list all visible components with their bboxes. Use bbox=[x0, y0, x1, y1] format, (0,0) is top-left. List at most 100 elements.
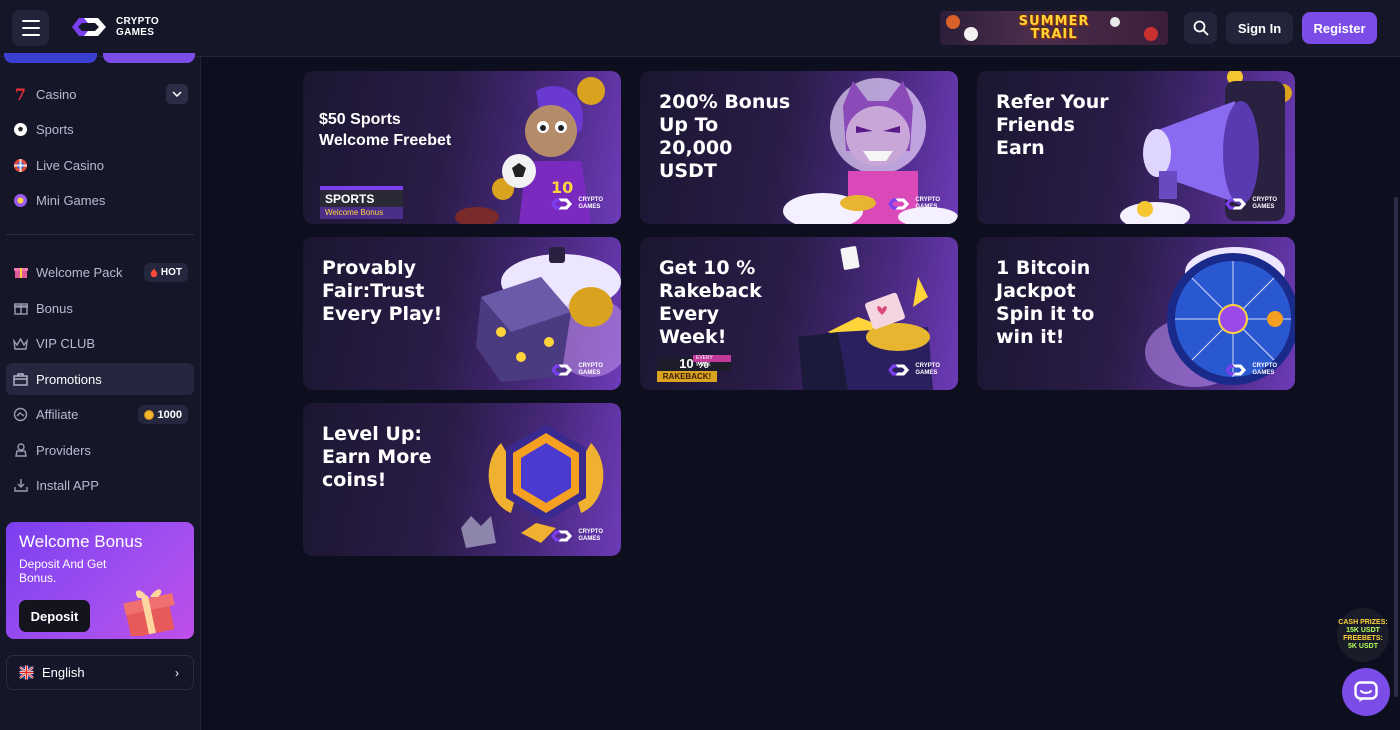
site-logo[interactable]: CRYPTO GAMES bbox=[66, 14, 159, 40]
sidebar-item-bonus[interactable]: Bonus bbox=[6, 292, 194, 324]
sports-tag-title: SPORTS bbox=[325, 192, 375, 206]
logo-line-1: CRYPTO bbox=[116, 16, 159, 27]
promo-brand-logo: CRYPTO GAMES bbox=[547, 362, 603, 378]
menu-toggle-button[interactable] bbox=[12, 10, 49, 46]
sidebar-item-label: Install APP bbox=[36, 477, 99, 493]
promo-card-refer-friends[interactable]: Refer Your Friends Earn CRYPTO GAMES bbox=[977, 71, 1295, 224]
logo-text: CRYPTO GAMES bbox=[116, 16, 159, 38]
menu-line bbox=[21, 34, 40, 36]
sidebar-item-mini-games[interactable]: Mini Games bbox=[6, 184, 194, 216]
rakeback-tag: 10 % EVERY WEEK RAKEBACK! bbox=[657, 355, 731, 383]
chevron-down-icon bbox=[172, 91, 182, 97]
promo-logo-line-2: GAMES bbox=[915, 204, 938, 210]
promo-logo-line-1: CRYPTO bbox=[1252, 197, 1277, 203]
mini-games-icon bbox=[13, 193, 28, 208]
promo-brand-logo: CRYPTO GAMES bbox=[547, 196, 603, 212]
banner-deco-icon bbox=[946, 15, 960, 29]
crypto-games-logo-icon bbox=[551, 530, 573, 542]
sign-in-button[interactable]: Sign In bbox=[1226, 12, 1293, 44]
promo-title: Level Up: Earn More coins! bbox=[322, 423, 432, 491]
sidebar-item-label: Promotions bbox=[36, 371, 102, 387]
sidebar-item-label: Mini Games bbox=[36, 192, 106, 208]
sidebar-item-label: Providers bbox=[36, 442, 91, 458]
sidebar-tab-casino[interactable] bbox=[4, 53, 97, 63]
cash-prizes-value: 15K USDT bbox=[1346, 627, 1380, 634]
crypto-games-logo-icon bbox=[551, 364, 573, 376]
sports-tag: SPORTS Welcome Bonus bbox=[320, 186, 403, 219]
hot-badge: HOT bbox=[143, 263, 188, 282]
promo-title: Provably Fair:Trust Every Play! bbox=[322, 257, 443, 325]
promo-title: 200% Bonus Up To 20,000 USDT bbox=[659, 91, 791, 182]
sidebar-item-label: Sports bbox=[36, 121, 74, 137]
banner-deco-icon bbox=[964, 27, 978, 41]
sports-tag-subtitle: Welcome Bonus bbox=[320, 207, 403, 219]
rakeback-tag-label: RAKEBACK! bbox=[657, 371, 717, 382]
welcome-bonus-subtitle: Deposit And Get Bonus. bbox=[19, 557, 107, 585]
promo-brand-logo: CRYPTO GAMES bbox=[1221, 362, 1277, 378]
promo-title: Get 10 % Rakeback Every Week! bbox=[659, 257, 762, 348]
affiliate-icon bbox=[13, 407, 28, 422]
sidebar: 7 Casino Sports Live Casino Mini Games W… bbox=[0, 53, 201, 730]
cash-prizes-widget[interactable]: CASH PRIZES: 15K USDT FREEBETS: 5K USDT bbox=[1337, 608, 1389, 662]
language-label: English bbox=[42, 665, 85, 680]
affiliate-badge-value: 1000 bbox=[157, 408, 182, 421]
seven-icon: 7 bbox=[14, 84, 27, 104]
sidebar-item-affiliate[interactable]: Affiliate 1000 bbox=[6, 398, 194, 430]
promo-brand-logo: CRYPTO GAMES bbox=[884, 362, 940, 378]
welcome-bonus-title: Welcome Bonus bbox=[19, 532, 143, 551]
crypto-games-logo-icon bbox=[888, 364, 910, 376]
scrollbar-thumb[interactable] bbox=[1394, 197, 1398, 697]
menu-line bbox=[21, 27, 40, 29]
promo-brand-logo: CRYPTO GAMES bbox=[1221, 196, 1277, 212]
promo-card-sports-freebet[interactable]: $50 Sports Welcome Freebet 10 SPORTS Wel… bbox=[303, 71, 621, 224]
live-chat-button[interactable] bbox=[1342, 668, 1390, 716]
sidebar-item-promotions[interactable]: Promotions bbox=[6, 363, 194, 395]
register-button[interactable]: Register bbox=[1302, 12, 1377, 44]
deposit-button[interactable]: Deposit bbox=[19, 600, 90, 632]
coin-icon bbox=[143, 409, 154, 420]
promo-logo-line-1: CRYPTO bbox=[578, 197, 603, 203]
promo-card-rakeback[interactable]: Get 10 % Rakeback Every Week! 10 % EVERY… bbox=[640, 237, 958, 390]
freebets-value: 5K USDT bbox=[1348, 643, 1378, 650]
sidebar-item-sports[interactable]: Sports bbox=[6, 113, 194, 145]
live-chip-icon bbox=[13, 158, 28, 173]
promo-logo-line-1: CRYPTO bbox=[915, 197, 940, 203]
bonus-gift-icon bbox=[13, 301, 28, 316]
gift-box-icon bbox=[123, 589, 175, 636]
language-selector[interactable]: English › bbox=[6, 655, 194, 690]
sidebar-item-welcome-pack[interactable]: Welcome Pack HOT bbox=[6, 256, 194, 288]
chat-icon bbox=[1354, 681, 1378, 702]
sidebar-item-label: Bonus bbox=[36, 300, 73, 316]
providers-icon bbox=[13, 443, 28, 458]
promo-logo-line-2: GAMES bbox=[578, 370, 601, 376]
promotions-icon bbox=[13, 372, 28, 387]
gift-icon bbox=[13, 265, 28, 280]
top-bar: CRYPTO GAMES SUMMER TRAIL Sign In Regist… bbox=[0, 0, 1400, 57]
sidebar-item-install-app[interactable]: Install APP bbox=[6, 469, 194, 501]
promo-card-bitcoin-jackpot[interactable]: 1 Bitcoin Jackpot Spin it to win it! CRY… bbox=[977, 237, 1295, 390]
rakeback-tag-every-week: EVERY WEEK bbox=[693, 355, 731, 368]
promo-title: $50 Sports Welcome Freebet bbox=[319, 111, 452, 149]
sidebar-item-label: Affiliate bbox=[36, 406, 79, 422]
svg-text:10: 10 bbox=[551, 178, 573, 197]
promo-logo-line-2: GAMES bbox=[915, 370, 938, 376]
promo-logo-line-1: CRYPTO bbox=[578, 363, 603, 369]
promo-card-200-bonus[interactable]: 200% Bonus Up To 20,000 USDT CRYPTO GAMES bbox=[640, 71, 958, 224]
crypto-games-logo-icon bbox=[72, 18, 106, 36]
search-button[interactable] bbox=[1184, 12, 1217, 44]
install-icon bbox=[13, 478, 28, 493]
summer-trail-banner[interactable]: SUMMER TRAIL bbox=[940, 11, 1168, 45]
sidebar-item-casino[interactable]: 7 Casino bbox=[6, 78, 194, 110]
promo-brand-logo: CRYPTO GAMES bbox=[884, 196, 940, 212]
promo-card-provably-fair[interactable]: Provably Fair:Trust Every Play! CRYPTO GA… bbox=[303, 237, 621, 390]
page-scrollbar[interactable] bbox=[1392, 57, 1400, 730]
sidebar-item-live-casino[interactable]: Live Casino bbox=[6, 149, 194, 181]
crypto-games-logo-icon bbox=[888, 198, 910, 210]
sidebar-item-providers[interactable]: Providers bbox=[6, 434, 194, 466]
casino-expand-button[interactable] bbox=[166, 84, 188, 104]
sidebar-tab-sports[interactable] bbox=[103, 53, 195, 63]
promo-brand-logo: CRYPTO GAMES bbox=[547, 528, 603, 544]
promo-card-level-up[interactable]: Level Up: Earn More coins! CRYPTO GAMES bbox=[303, 403, 621, 556]
sidebar-item-vip-club[interactable]: VIP CLUB bbox=[6, 327, 194, 359]
sidebar-item-label: Welcome Pack bbox=[36, 264, 123, 280]
